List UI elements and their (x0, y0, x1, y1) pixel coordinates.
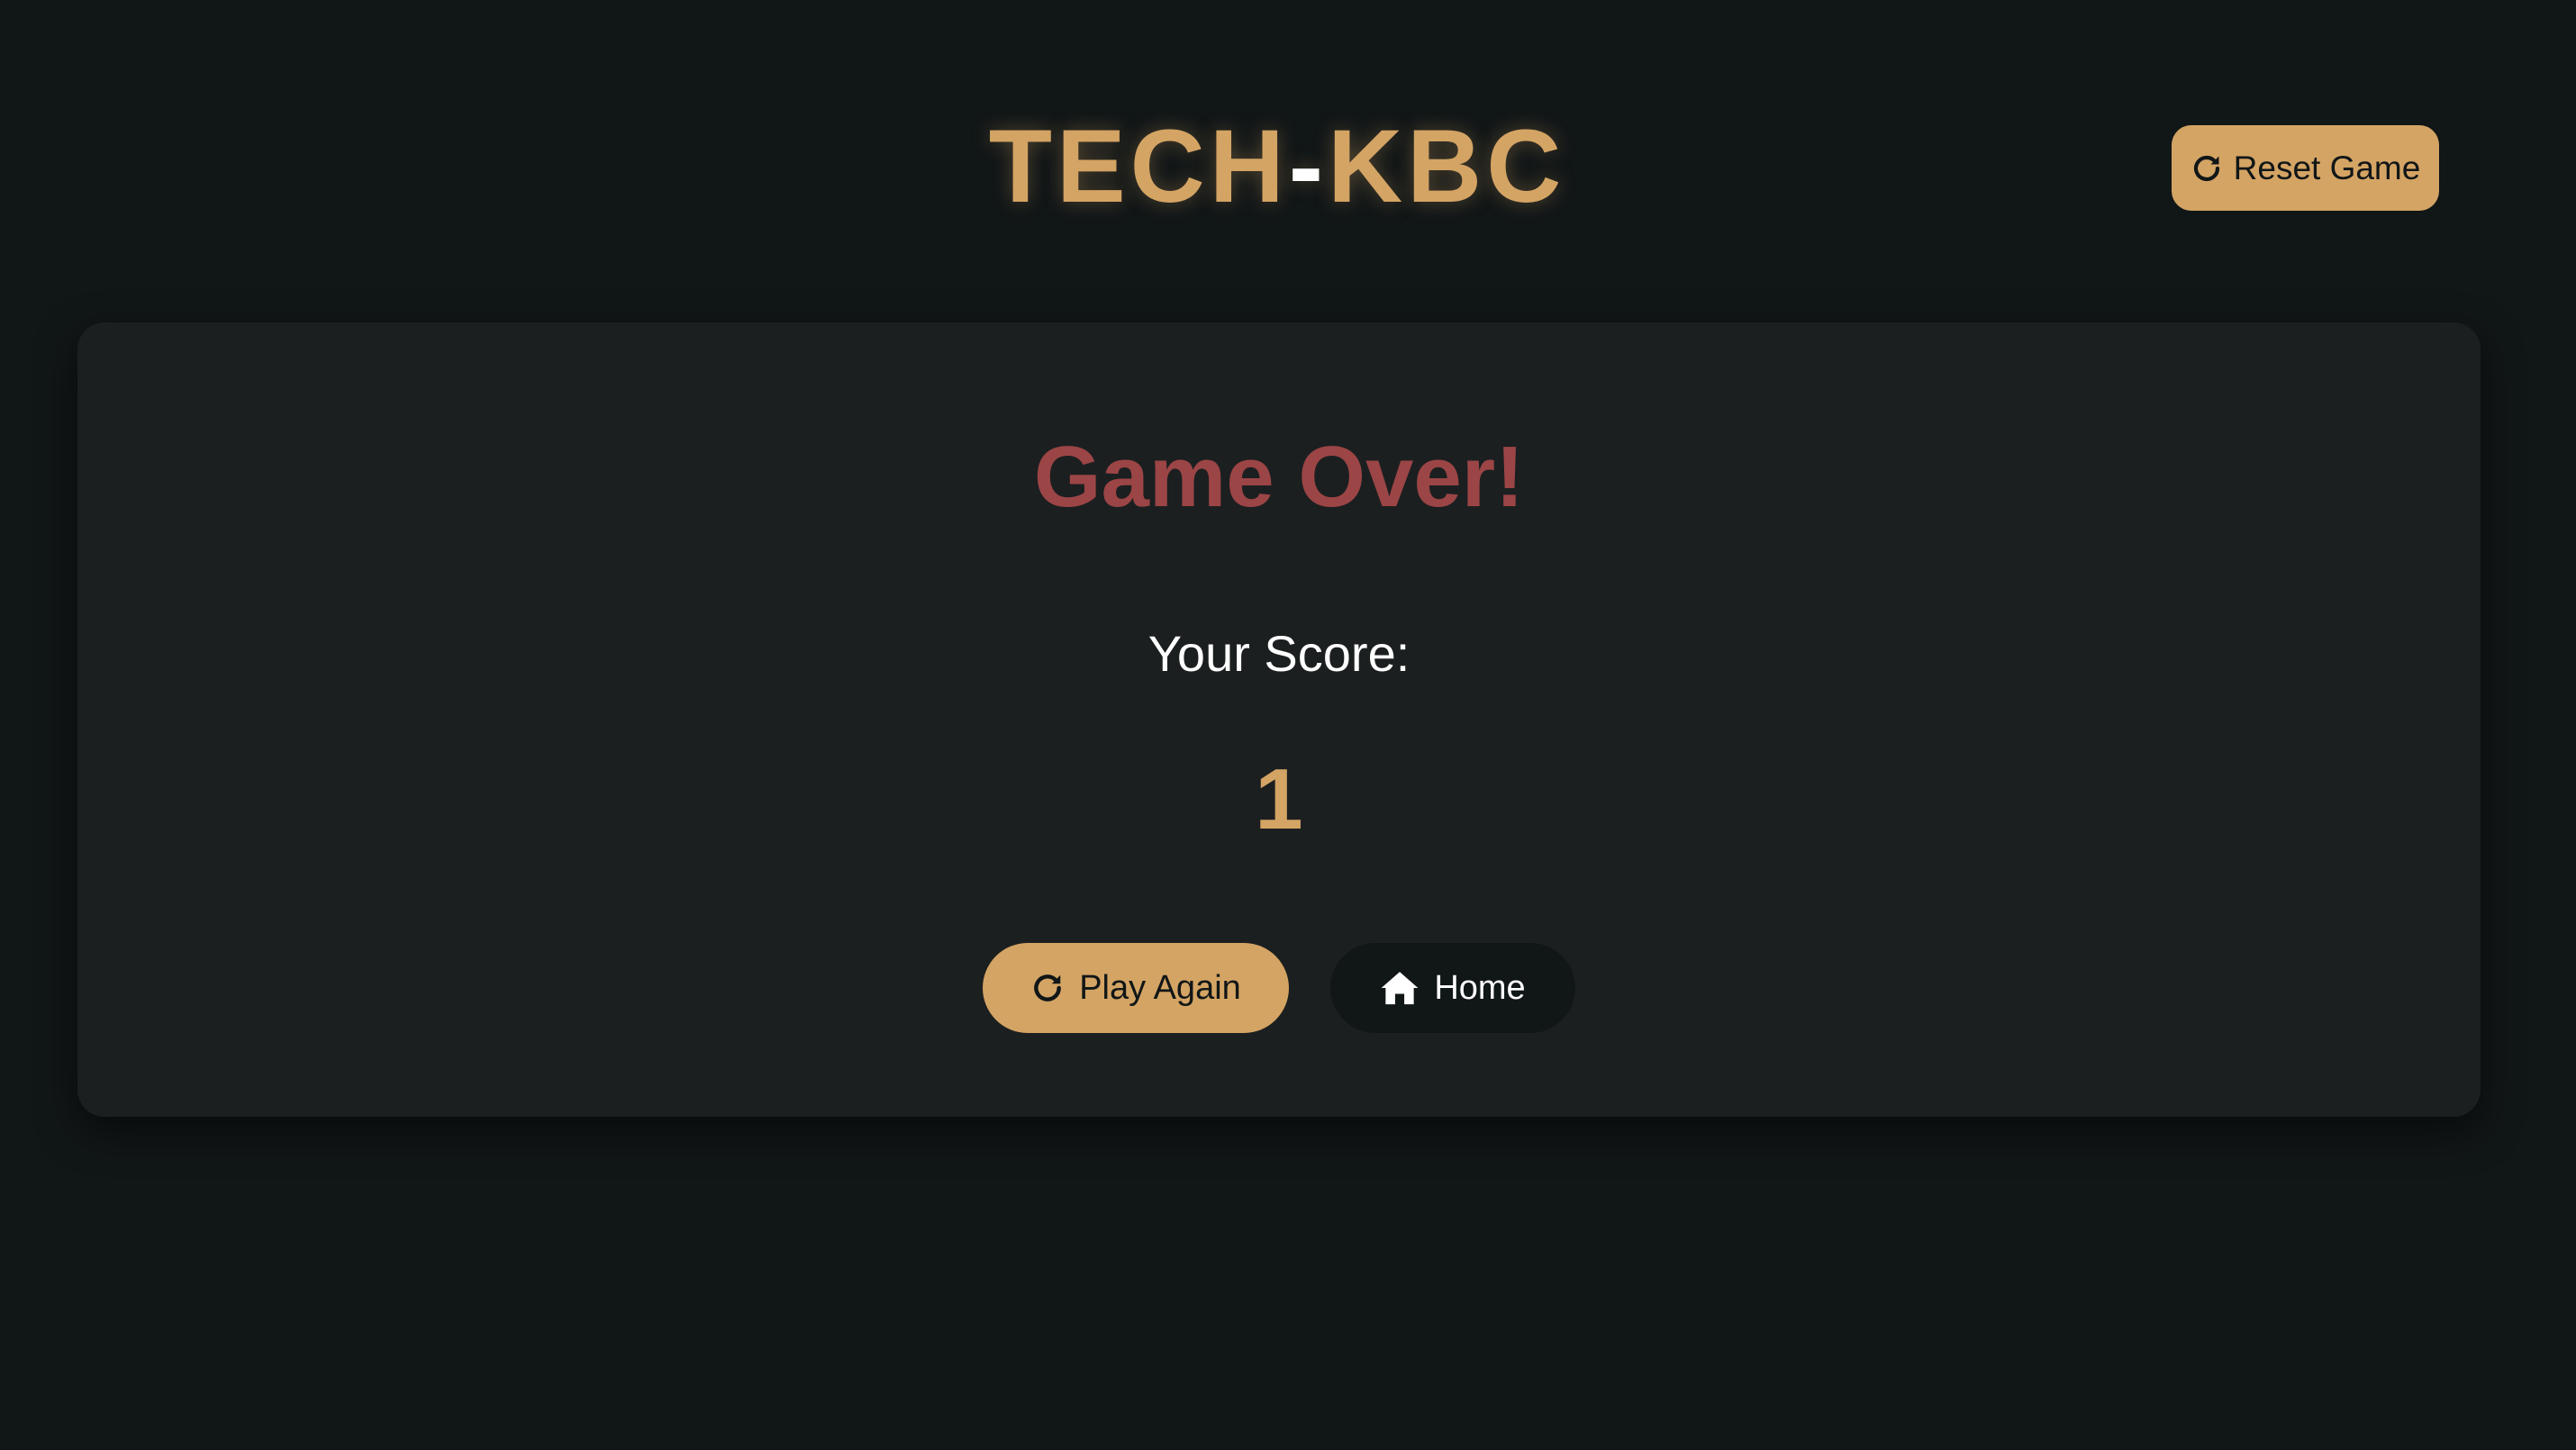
play-again-label: Play Again (1079, 968, 1241, 1007)
rotate-cw-icon (1030, 971, 1065, 1005)
score-value: 1 (1255, 751, 1303, 847)
app-title-left: TECH (988, 109, 1289, 224)
result-card: Game Over! Your Score: 1 Play Again Home (77, 322, 2481, 1117)
app-title-dash: - (1288, 109, 1329, 224)
app-root: TECH-KBC Reset Game Game Over! Your Scor… (0, 0, 2576, 1450)
home-label: Home (1434, 968, 1526, 1007)
play-again-button[interactable]: Play Again (983, 943, 1289, 1033)
rotate-cw-icon (2191, 152, 2223, 185)
home-button[interactable]: Home (1330, 943, 1575, 1033)
app-title-right: KBC (1328, 109, 1566, 224)
reset-game-button[interactable]: Reset Game (2172, 125, 2439, 211)
score-label: Your Score: (1147, 625, 1410, 682)
result-actions: Play Again Home (77, 943, 2481, 1033)
game-over-heading: Game Over! (1033, 429, 1525, 525)
home-icon (1380, 970, 1420, 1006)
reset-game-label: Reset Game (2233, 149, 2421, 186)
